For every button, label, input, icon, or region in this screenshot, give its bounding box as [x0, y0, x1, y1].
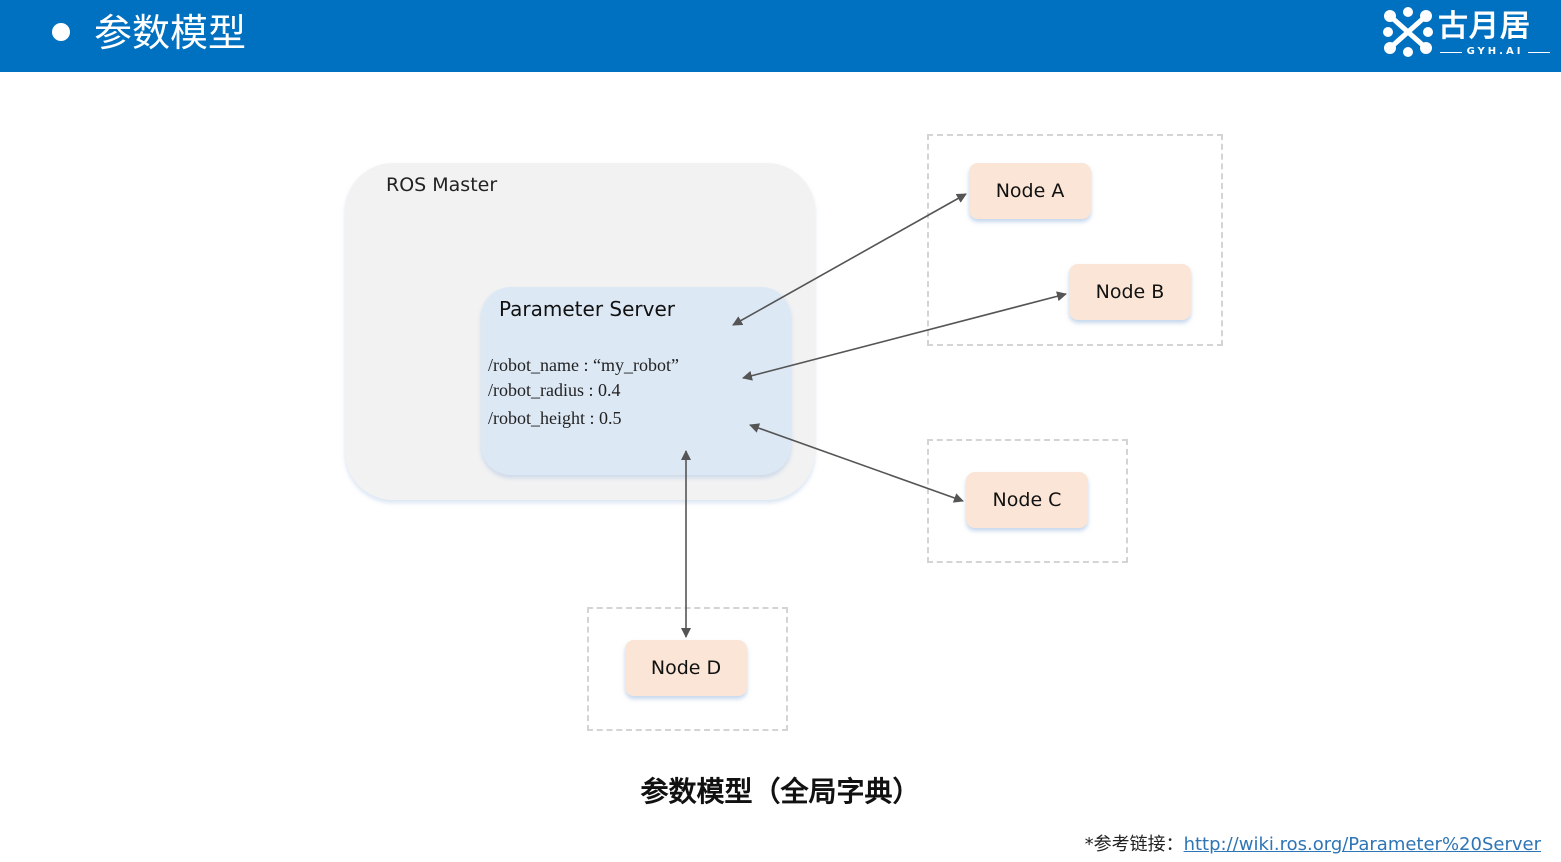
diagram-caption: 参数模型（全局字典） — [640, 775, 921, 808]
node-a: Node A — [969, 163, 1091, 219]
arrow-server-node-c — [749, 423, 964, 503]
node-b: Node B — [1069, 264, 1191, 320]
reference-line: *参考链接：http://wiki.ros.org/Parameter%20Se… — [1085, 830, 1541, 856]
reference-link[interactable]: http://wiki.ros.org/Parameter%20Server — [1184, 834, 1541, 855]
connection-arrows — [681, 193, 1067, 638]
arrow-server-node-b — [742, 291, 1067, 381]
reference-prefix: *参考链接： — [1084, 834, 1184, 855]
node-c: Node C — [966, 472, 1088, 528]
arrow-server-node-a — [732, 193, 967, 326]
node-d: Node D — [625, 640, 747, 696]
